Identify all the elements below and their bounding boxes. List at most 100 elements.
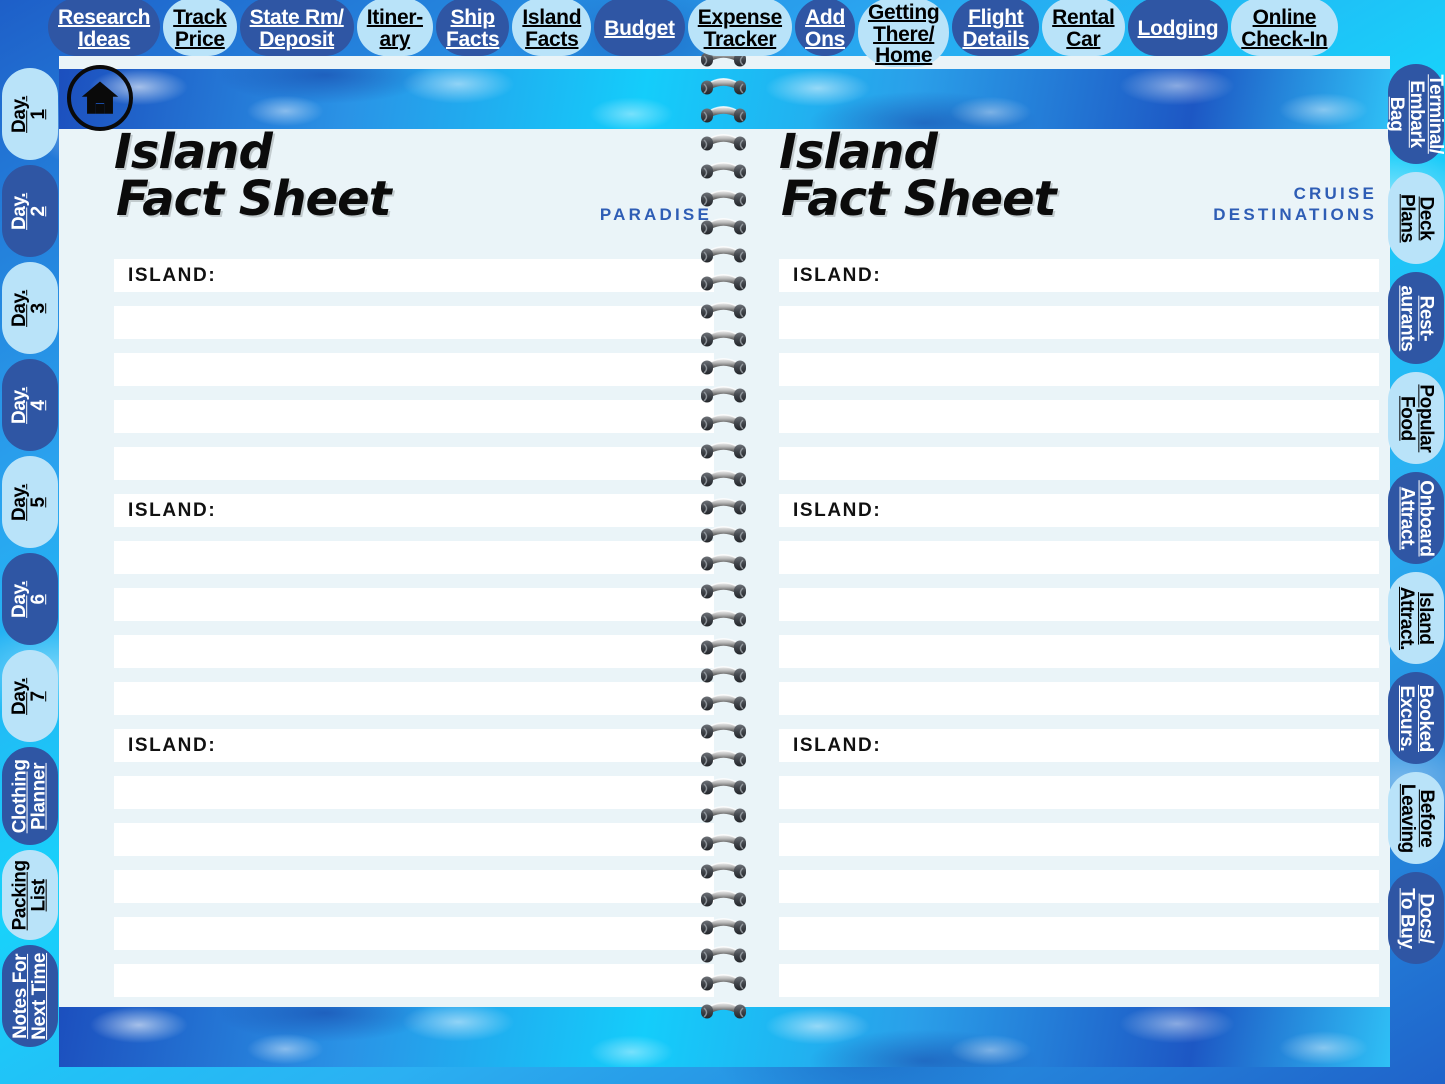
island-fact-field[interactable] [114,917,714,950]
island-fact-field[interactable] [779,870,1379,903]
side-tab-rest-aurants[interactable]: Rest-aurants [1388,272,1444,364]
island-label: ISLAND: [793,499,882,521]
side-tab-day-6[interactable]: Day. 6 [2,553,58,645]
home-button[interactable] [67,65,133,131]
side-tab-day-4[interactable]: Day. 4 [2,359,58,451]
side-tab-deck-plans[interactable]: Deck Plans [1388,172,1444,264]
side-tab-label-line: Clothing [9,759,31,833]
island-name-field[interactable]: ISLAND: [114,729,714,762]
island-label: ISLAND: [793,264,882,286]
top-tab-expense-tracker[interactable]: Expense Tracker [687,0,793,56]
side-tab-day-1[interactable]: Day. 1 [2,68,58,160]
side-tab-label-line: Food [1396,395,1417,441]
side-tab-label-line: 1 [29,108,50,120]
side-tab-onboard-attract[interactable]: Onboard Attract. [1388,472,1444,564]
side-tab-label: Packing List [10,860,50,930]
island-fact-field[interactable] [114,447,714,480]
top-tab-label: Home [875,44,933,68]
island-fact-field[interactable] [114,870,714,903]
top-tab-research-ideas[interactable]: Research Ideas [48,0,161,56]
side-tab-day-5[interactable]: Day. 5 [2,456,58,548]
left-page: Island Fact Sheet PARADISE ISLAND: ISLAND… [114,128,714,1004]
island-fact-field[interactable] [114,776,714,809]
top-tab-rental-car[interactable]: Rental Car [1042,0,1125,56]
side-tab-terminal-embark-bag[interactable]: Terminal/Embark Bag [1386,64,1445,164]
side-tab-day-3[interactable]: Day. 3 [2,262,58,354]
side-tab-label-line: Day. [9,483,31,521]
island-fact-field[interactable] [114,353,714,386]
island-block: ISLAND: [779,259,1379,480]
island-fact-field[interactable] [114,541,714,574]
island-fact-field[interactable] [779,635,1379,668]
island-fact-field[interactable] [114,635,714,668]
island-fact-field[interactable] [779,823,1379,856]
top-tab-state-rm-deposit[interactable]: State Rm/Deposit [239,0,354,56]
island-fact-field[interactable] [779,541,1379,574]
island-fact-field[interactable] [779,776,1379,809]
island-name-field[interactable]: ISLAND: [779,259,1379,292]
top-tab-label: Budget [604,17,675,41]
side-tab-notes-for-next-time[interactable]: Notes For Next Time [2,945,58,1047]
side-tab-day-2[interactable]: Day. 2 [2,165,58,257]
right-page-header: Island Fact Sheet CRUISE DESTINATIONS [779,128,1379,257]
island-fact-field[interactable] [779,964,1379,997]
side-tab-label: Notes For Next Time [10,952,50,1040]
side-tab-label: Popular Food [1396,384,1437,452]
top-tab-lodging[interactable]: Lodging [1127,0,1229,56]
island-fact-field[interactable] [779,306,1379,339]
side-tab-label: Onboard Attract. [1396,480,1436,556]
island-block: ISLAND: [114,494,714,715]
side-tab-booked-excurs[interactable]: Booked Excurs. [1388,672,1444,764]
island-fact-field[interactable] [779,917,1379,950]
island-fact-field[interactable] [779,588,1379,621]
top-tab-label: Online [1252,6,1317,30]
island-fact-field[interactable] [114,306,714,339]
island-fact-field[interactable] [779,353,1379,386]
side-tab-docs-to-buy[interactable]: Docs/To Buy [1388,872,1444,964]
side-tab-label-line: Next Time [29,952,50,1040]
top-tab-itiner-ary[interactable]: Itiner-ary [356,0,433,56]
island-fact-field[interactable] [114,400,714,433]
island-fact-field[interactable] [779,447,1379,480]
side-tab-island-attract[interactable]: Island Attract. [1388,572,1444,664]
side-tab-label-line: Embark [1405,80,1427,148]
top-tab-track-price[interactable]: Track Price [163,0,237,56]
island-fact-field[interactable] [779,682,1379,715]
side-tab-label-line: 4 [29,399,50,411]
island-fact-field[interactable] [779,400,1379,433]
side-tab-popular-food[interactable]: Popular Food [1388,372,1444,464]
top-tab-label: Research [58,6,151,30]
side-tab-clothing-planner[interactable]: Clothing Planner [2,747,58,845]
right-page: Island Fact Sheet CRUISE DESTINATIONS IS… [779,128,1379,1004]
side-tab-label-line: Popular [1415,384,1437,452]
top-tab-getting-there-home[interactable]: Getting There/Home [858,0,950,68]
right-kicker-line2: DESTINATIONS [1213,204,1377,224]
top-tab-online-check-in[interactable]: Online Check-In [1231,0,1338,56]
island-name-field[interactable]: ISLAND: [114,259,714,292]
top-tab-ship-facts[interactable]: Ship Facts [435,0,510,56]
island-fact-field[interactable] [114,823,714,856]
side-tab-label: Island Attract. [1396,586,1437,649]
island-fact-field[interactable] [114,964,714,997]
side-tab-label-line: Island [1415,591,1437,645]
top-tab-flight-details[interactable]: Flight Details [952,0,1040,56]
side-tab-before-leaving[interactable]: Before Leaving [1388,772,1444,864]
island-name-field[interactable]: ISLAND: [779,494,1379,527]
side-tab-day-7[interactable]: Day. 7 [2,650,58,742]
island-fact-field[interactable] [114,682,714,715]
right-page-kicker: CRUISE DESTINATIONS [1213,183,1377,226]
island-fact-field[interactable] [114,588,714,621]
top-tab-label: Car [1066,28,1101,51]
top-tab-label: Expense [697,6,783,30]
top-tab-budget[interactable]: Budget [594,0,685,56]
top-tab-add-ons[interactable]: Add Ons [795,0,855,56]
side-tab-label-line: Planner [29,762,50,830]
side-tab-label-line: 3 [29,302,50,314]
planner-page: Island Fact Sheet PARADISE ISLAND: ISLAND… [59,56,1390,1067]
top-tab-label: Island [522,6,582,30]
island-name-field[interactable]: ISLAND: [114,494,714,527]
island-name-field[interactable]: ISLAND: [779,729,1379,762]
side-tab-packing-list[interactable]: Packing List [2,850,58,940]
top-tab-island-facts[interactable]: Island Facts [512,0,592,56]
side-tab-label-line: Terminal/ [1425,74,1445,154]
